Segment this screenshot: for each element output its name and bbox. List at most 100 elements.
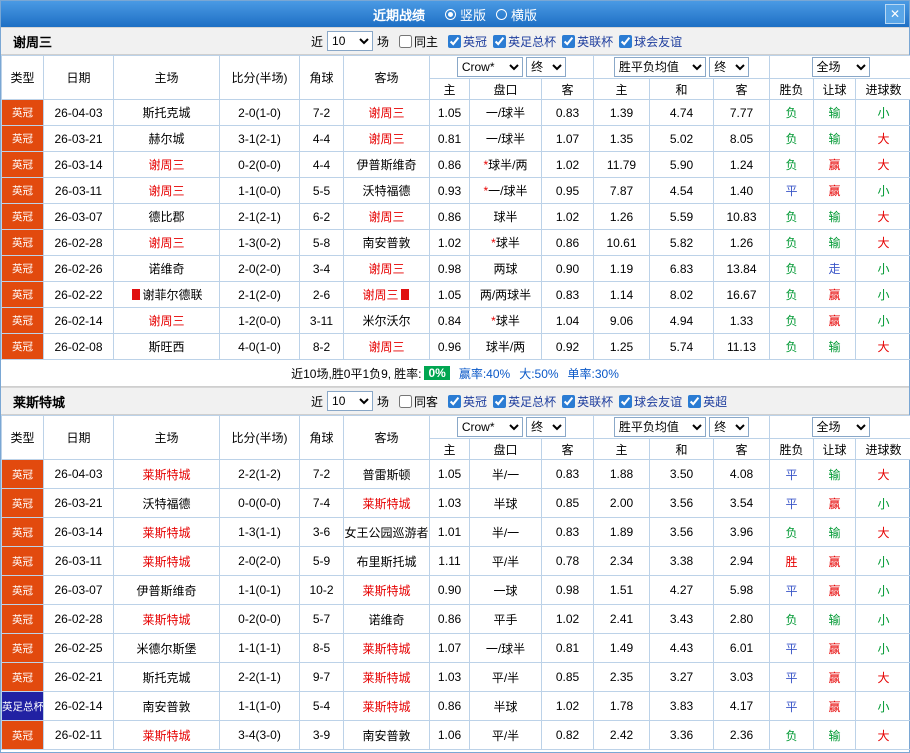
team-name[interactable]: 伊普斯维奇 — [356, 158, 416, 172]
team-name[interactable]: 谢周三 — [368, 106, 404, 120]
result-outcome: 负 — [769, 307, 815, 334]
team-name[interactable]: 莱斯特城 — [142, 468, 190, 482]
team-name[interactable]: 诺维奇 — [368, 613, 404, 627]
match-row: 英冠 26-04-03 莱斯特城 2-2(1-2) 7-2 普雷斯顿 1.05 半/一 0.83… — [1, 459, 910, 489]
odds-final-select[interactable]: 终 — [526, 57, 567, 77]
team-name[interactable]: 谢周三 — [148, 236, 184, 250]
competition-checkbox[interactable] — [493, 34, 507, 48]
competition-checkbox[interactable] — [493, 394, 507, 408]
same-venue-filter[interactable]: 同客 — [399, 393, 438, 410]
same-venue-filter[interactable]: 同主 — [399, 33, 438, 50]
team-name[interactable]: 莱斯特城 — [362, 700, 410, 714]
competition-type: 英冠 — [1, 604, 44, 634]
radio-unselected-icon[interactable] — [496, 8, 507, 20]
team-name[interactable]: 德比郡 — [148, 210, 184, 224]
team-name[interactable]: 赫尔城 — [148, 132, 184, 146]
avg-type-select[interactable]: 胜平负均值 — [613, 417, 706, 437]
team-name[interactable]: 米尔沃尔 — [362, 314, 410, 328]
bookmaker-select[interactable]: Crow* — [456, 417, 523, 437]
team-name[interactable]: 谢周三 — [368, 210, 404, 224]
avg-final-select[interactable]: 终 — [709, 57, 750, 77]
competition-filter[interactable]: 英足总杯 — [493, 393, 556, 410]
team-name[interactable]: 南安普敦 — [362, 729, 410, 743]
competition-checkbox[interactable] — [619, 34, 633, 48]
competition-filter[interactable]: 球会友谊 — [619, 33, 682, 50]
result-outcome: 负 — [769, 203, 815, 230]
handicap: 一/球半 — [469, 99, 542, 126]
team-name[interactable]: 莱斯特城 — [362, 497, 410, 511]
team-name[interactable]: 谢周三 — [148, 184, 184, 198]
team-name[interactable]: 莱斯特城 — [142, 526, 190, 540]
team-name[interactable]: 谢周三 — [148, 158, 184, 172]
competition-filter[interactable]: 英联杯 — [562, 393, 613, 410]
competition-filter[interactable]: 英足总杯 — [493, 33, 556, 50]
odds-away: 0.83 — [541, 99, 594, 126]
recent-count-select[interactable]: 10 — [327, 31, 374, 51]
team-name[interactable]: 女王公园巡游者 — [345, 526, 429, 540]
team-name[interactable]: 莱斯特城 — [362, 671, 410, 685]
scope-select[interactable]: 全场 — [811, 57, 870, 77]
avg-home: 2.34 — [593, 546, 650, 576]
team-name[interactable]: 莱斯特城 — [362, 584, 410, 598]
scope-select[interactable]: 全场 — [811, 417, 870, 437]
close-icon[interactable]: ✕ — [885, 4, 905, 24]
team-name[interactable]: 斯托克城 — [142, 671, 190, 685]
competition-checkbox[interactable] — [562, 394, 576, 408]
handicap: 一球 — [469, 575, 542, 605]
team-name[interactable]: 普雷斯顿 — [362, 468, 410, 482]
match-row: 英冠 26-02-14 谢周三 1-2(0-0) 3-11 米尔沃尔 0.84 *球半 1.04… — [1, 307, 910, 334]
same-venue-checkbox[interactable] — [399, 34, 413, 48]
competition-filters: 英冠 英足总杯 英联杯 球会友谊 英超 — [442, 393, 727, 410]
odds-away: 0.98 — [541, 575, 594, 605]
team-name[interactable]: 斯旺西 — [148, 340, 184, 354]
bookmaker-select[interactable]: Crow* — [456, 57, 523, 77]
team-name[interactable]: 沃特福德 — [362, 184, 410, 198]
team-name[interactable]: 谢周三 — [368, 340, 404, 354]
match-row: 英冠 26-03-07 德比郡 2-1(2-1) 6-2 谢周三 0.86 球半 1.02 1.2… — [1, 203, 910, 230]
competition-checkbox[interactable] — [562, 34, 576, 48]
result-outcome: 平 — [769, 488, 815, 518]
team-name[interactable]: 谢周三 — [362, 288, 398, 302]
avg-away: 11.13 — [712, 333, 771, 360]
radio-selected-icon[interactable] — [444, 8, 456, 20]
team-name[interactable]: 南安普敦 — [142, 700, 190, 714]
team-name[interactable]: 南安普敦 — [362, 236, 410, 250]
team-name[interactable]: 诺维奇 — [148, 262, 184, 276]
team-name[interactable]: 谢周三 — [148, 314, 184, 328]
team-name[interactable]: 斯托克城 — [142, 106, 190, 120]
team-name[interactable]: 谢菲尔德联 — [142, 288, 202, 302]
competition-checkbox[interactable] — [448, 394, 462, 408]
team-name[interactable]: 布里斯托城 — [356, 555, 416, 569]
team-name[interactable]: 伊普斯维奇 — [136, 584, 196, 598]
competition-filter[interactable]: 英冠 — [448, 33, 487, 50]
team-name[interactable]: 米德尔斯堡 — [136, 642, 196, 656]
away-team: 布里斯托城 — [343, 546, 430, 576]
avg-type-select[interactable]: 胜平负均值 — [613, 57, 706, 77]
layout-option-vertical-label: 竖版 — [459, 7, 486, 23]
competition-checkbox[interactable] — [688, 394, 702, 408]
competition-filter[interactable]: 英超 — [688, 393, 727, 410]
avg-final-select[interactable]: 终 — [709, 417, 750, 437]
team-name[interactable]: 莱斯特城 — [142, 613, 190, 627]
team-name[interactable]: 沃特福德 — [142, 497, 190, 511]
team-name[interactable]: 莱斯特城 — [142, 729, 190, 743]
away-team: 沃特福德 — [343, 177, 430, 204]
recent-count-select[interactable]: 10 — [327, 391, 374, 411]
team-name[interactable]: 莱斯特城 — [362, 642, 410, 656]
team-name[interactable]: 谢周三 — [368, 262, 404, 276]
competition-checkbox[interactable] — [619, 394, 633, 408]
team-name[interactable]: 谢周三 — [368, 132, 404, 146]
odds-final-select[interactable]: 终 — [526, 417, 567, 437]
col-home: 主场 — [113, 55, 220, 100]
layout-option-vertical[interactable]: 竖版 — [444, 5, 486, 24]
competition-filter[interactable]: 英联杯 — [562, 33, 613, 50]
competition-checkbox[interactable] — [448, 34, 462, 48]
same-venue-checkbox[interactable] — [399, 394, 413, 408]
team-name[interactable]: 莱斯特城 — [142, 555, 190, 569]
competition-filter[interactable]: 球会友谊 — [619, 393, 682, 410]
layout-option-horizontal[interactable]: 横版 — [496, 5, 537, 24]
result-outcome-value: 负 — [785, 525, 798, 540]
competition-filter[interactable]: 英冠 — [448, 393, 487, 410]
result-handicap-value: 输 — [828, 340, 841, 354]
odds-away: 1.02 — [541, 151, 594, 178]
